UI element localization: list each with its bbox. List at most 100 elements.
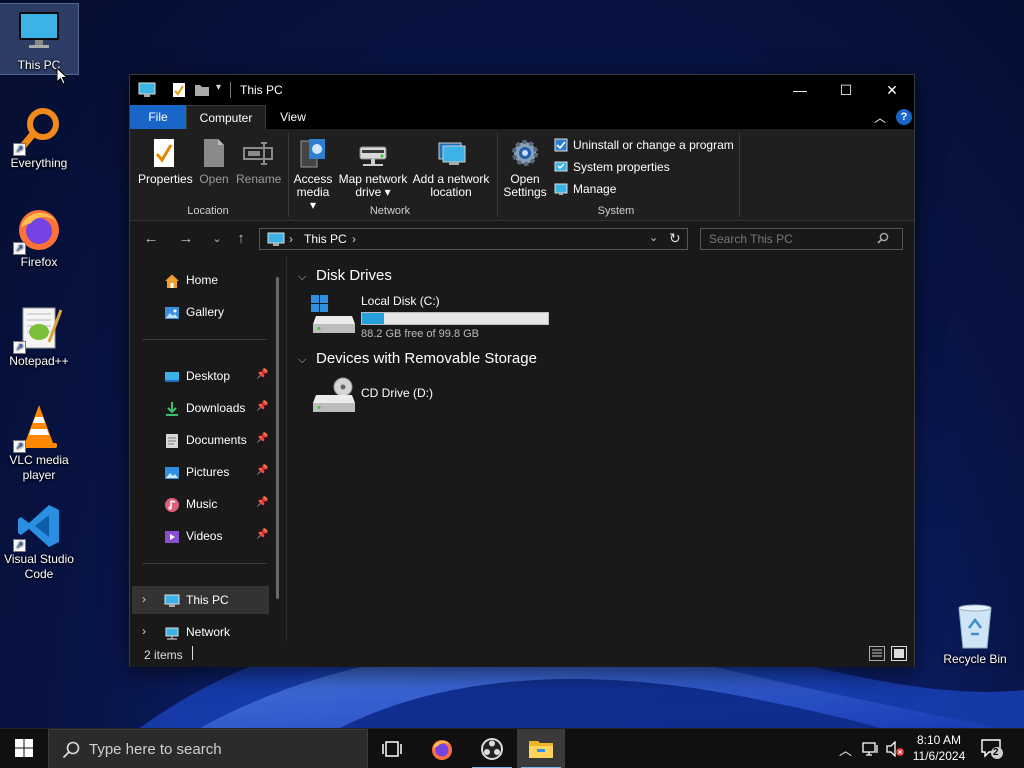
desktop-icon-label: VLC media player <box>9 453 69 482</box>
breadcrumb-separator: › <box>289 232 293 246</box>
nav-item-home[interactable]: Home <box>132 266 269 294</box>
open-button[interactable]: Open <box>196 137 232 186</box>
tab-view[interactable]: View <box>270 105 316 129</box>
customize-quick-access-icon[interactable]: ▾ <box>216 82 221 98</box>
monitor-icon <box>164 593 180 609</box>
uninstall-icon <box>554 138 568 152</box>
pin-icon[interactable]: 📌 <box>256 433 268 444</box>
new-folder-quick-access-icon[interactable] <box>194 82 210 98</box>
recycle-bin-icon <box>951 602 999 650</box>
breadcrumb-this-pc[interactable]: This PC <box>304 232 347 246</box>
drive-c[interactable]: Local Disk (C:) 88.2 GB free of 99.8 GB <box>310 294 570 342</box>
access-media-button[interactable]: Access media ▾ <box>292 137 334 212</box>
nav-label: Pictures <box>186 465 230 479</box>
desktop-icon-this-pc[interactable]: This PC <box>0 3 79 75</box>
search-input[interactable] <box>701 229 876 249</box>
open-settings-button[interactable]: Open Settings <box>502 137 548 199</box>
breadcrumb-chevron[interactable]: › <box>352 232 356 246</box>
nav-item-gallery[interactable]: Gallery <box>132 298 269 326</box>
back-button[interactable]: ← <box>140 229 162 249</box>
nav-label: Documents <box>186 433 247 447</box>
system-properties-button[interactable]: System properties <box>554 157 670 177</box>
pin-icon[interactable]: 📌 <box>256 497 268 508</box>
notification-center-button[interactable]: 2 <box>980 738 1004 768</box>
task-view-icon <box>382 740 402 761</box>
uninstall-program-button[interactable]: Uninstall or change a program <box>554 135 734 155</box>
nav-item-documents[interactable]: Documents 📌 <box>132 426 269 454</box>
nav-item-desktop[interactable]: Desktop 📌 <box>132 362 269 390</box>
desktop-icon-firefox[interactable]: ↗ Firefox <box>0 205 78 270</box>
collapse-ribbon-icon[interactable]: ︿ <box>874 109 886 126</box>
desktop-icon-everything[interactable]: ↗ Everything <box>0 106 78 171</box>
start-button[interactable] <box>0 729 48 768</box>
collapse-chevron-icon: ⌵ <box>298 271 307 283</box>
desktop-icon-label: Visual Studio Code <box>4 552 74 581</box>
maximize-button[interactable]: ☐ <box>823 75 869 105</box>
expand-chevron-icon[interactable]: › <box>142 592 146 606</box>
item-count: 2 items <box>144 648 183 662</box>
taskbar-search-box[interactable]: Type here to search <box>48 729 368 768</box>
taskbar-obs-button[interactable] <box>468 729 516 768</box>
nav-item-pictures[interactable]: Pictures 📌 <box>132 458 269 486</box>
add-network-location-button[interactable]: Add a network location <box>412 137 490 199</box>
vlc-cone-icon: ↗ <box>13 403 63 453</box>
large-icons-view-button[interactable] <box>891 646 907 661</box>
firefox-icon: ↗ <box>13 205 63 255</box>
up-button[interactable]: ↑ <box>230 229 252 249</box>
minimize-button[interactable]: — <box>777 75 823 105</box>
help-icon[interactable]: ? <box>896 109 912 125</box>
nav-item-this-pc[interactable]: › This PC <box>132 586 269 614</box>
nav-scrollbar[interactable] <box>276 277 279 599</box>
pin-icon[interactable]: 📌 <box>256 401 268 412</box>
tab-computer[interactable]: Computer <box>186 105 266 129</box>
nav-label: Network <box>186 625 231 639</box>
status-bar: 2 items <box>130 641 914 667</box>
pin-icon[interactable]: 📌 <box>256 369 268 380</box>
task-view-button[interactable] <box>368 729 416 768</box>
properties-button[interactable]: Properties <box>138 137 193 186</box>
map-network-drive-button[interactable]: Map network drive ▾ <box>338 137 408 199</box>
desktop-icon-notepadpp[interactable]: ↗ Notepad++ <box>0 304 78 369</box>
desktop-icon-vlc[interactable]: ↗ VLC media player <box>0 403 78 483</box>
forward-button[interactable]: → <box>175 229 197 249</box>
nav-item-downloads[interactable]: Downloads 📌 <box>132 394 269 422</box>
drive-d[interactable]: CD Drive (D:) <box>310 377 570 425</box>
desktop-icon-recycle-bin[interactable]: Recycle Bin <box>936 602 1014 667</box>
properties-quick-access-icon[interactable] <box>172 82 186 98</box>
rename-icon <box>242 137 274 169</box>
status-separator <box>192 646 193 660</box>
details-view-button[interactable] <box>869 646 885 661</box>
firefox-icon <box>430 737 454 764</box>
pin-icon[interactable]: 📌 <box>256 465 268 476</box>
nav-item-videos[interactable]: Videos 📌 <box>132 522 269 550</box>
close-button[interactable]: ✕ <box>869 75 915 105</box>
expand-chevron-icon[interactable]: › <box>142 624 146 638</box>
taskbar-firefox-button[interactable] <box>418 729 466 768</box>
drive-name: Local Disk (C:) <box>361 294 440 308</box>
address-bar[interactable]: › This PC › ⌄ ↻ <box>259 228 688 250</box>
pin-icon[interactable]: 📌 <box>256 529 268 540</box>
collapse-chevron-icon: ⌵ <box>298 354 307 366</box>
tab-file[interactable]: File <box>130 105 186 129</box>
nav-item-music[interactable]: Music 📌 <box>132 490 269 518</box>
recent-locations-button[interactable]: ⌄ <box>206 229 228 249</box>
section-disk-drives[interactable]: ⌵ Disk Drives <box>298 267 392 284</box>
download-arrow-icon <box>164 401 180 417</box>
section-removable-storage[interactable]: ⌵ Devices with Removable Storage <box>298 350 537 367</box>
pane-splitter[interactable] <box>286 257 287 641</box>
address-dropdown-icon[interactable]: ⌄ <box>649 231 658 244</box>
content-area: ⌵ Disk Drives Local Disk (C:) 88.2 GB fre… <box>290 257 914 641</box>
taskbar-clock[interactable]: 8:10 AM 11/6/2024 <box>905 732 973 764</box>
music-note-icon <box>164 497 180 513</box>
gear-icon <box>509 137 541 169</box>
cd-drive-icon <box>310 377 356 420</box>
manage-button[interactable]: Manage <box>554 179 616 199</box>
pictures-icon <box>164 465 180 481</box>
network-status-icon[interactable] <box>862 741 880 768</box>
taskbar-file-explorer-button[interactable] <box>517 729 565 768</box>
refresh-icon[interactable]: ↻ <box>669 230 681 247</box>
desktop-icon-vscode[interactable]: ↗ Visual Studio Code <box>0 502 78 582</box>
show-hidden-icons-button[interactable]: ︿ <box>839 740 852 768</box>
volume-muted-icon[interactable] <box>885 740 905 768</box>
rename-button[interactable]: Rename <box>236 137 281 186</box>
